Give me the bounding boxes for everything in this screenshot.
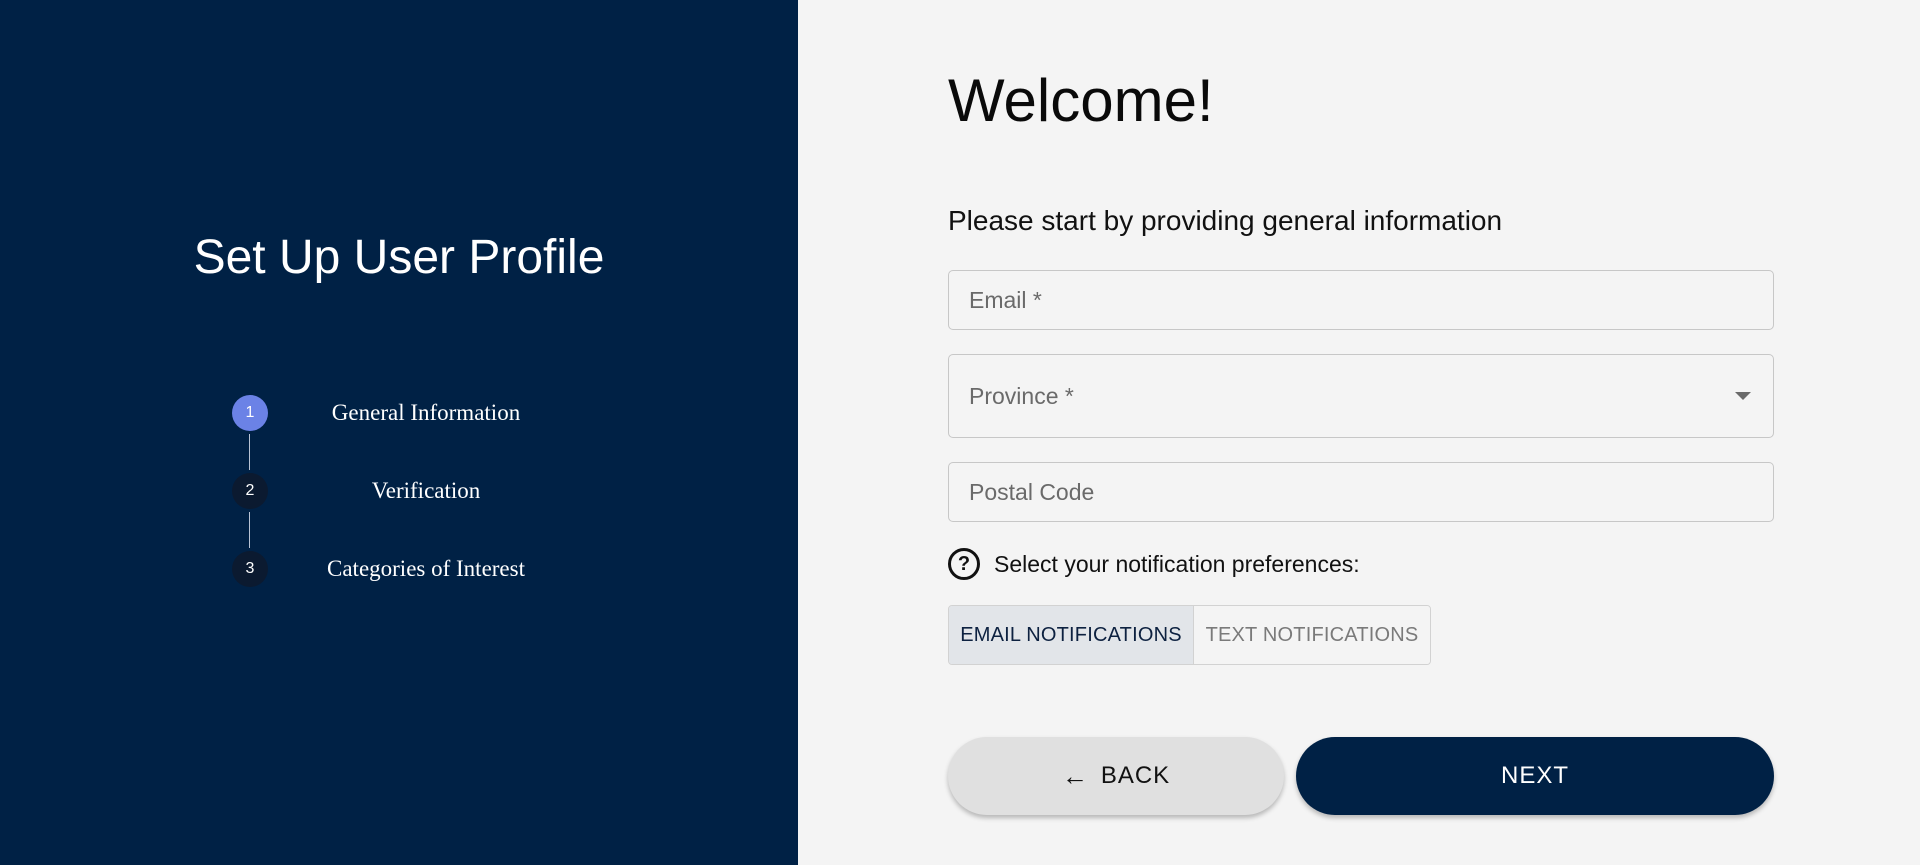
province-label: Province * — [969, 382, 1074, 409]
step-label: Categories of Interest — [327, 556, 525, 581]
form-panel: Welcome! Please start by providing gener… — [798, 0, 1920, 865]
back-button[interactable]: ← BACK — [948, 737, 1284, 815]
notification-preferences-label: Select your notification preferences: — [994, 550, 1360, 577]
welcome-heading: Welcome! — [948, 67, 1214, 134]
stepper: 1 General Information 2 Verification 3 C… — [232, 395, 552, 587]
step-label: Verification — [371, 478, 481, 503]
form-subtitle: Please start by providing general inform… — [948, 205, 1503, 236]
step-general-information[interactable]: 1 General Information — [232, 395, 552, 431]
profile-setup-title: Set Up User Profile — [193, 231, 605, 284]
next-button[interactable]: NEXT — [1296, 737, 1774, 815]
step-number-3: 3 — [232, 551, 268, 587]
email-notifications-toggle[interactable]: EMAIL NOTIFICATIONS — [949, 606, 1194, 664]
notification-preferences-row: ? Select your notification preferences: — [948, 548, 1360, 580]
province-select[interactable]: Province * — [948, 354, 1774, 438]
step-connector — [249, 434, 250, 470]
notification-toggle-group: EMAIL NOTIFICATIONS TEXT NOTIFICATIONS — [948, 605, 1431, 665]
step-label: General Information — [331, 400, 521, 425]
question-circle-icon[interactable]: ? — [948, 548, 980, 580]
email-input[interactable] — [969, 286, 1753, 314]
left-panel: Set Up User Profile 1 General Informatio… — [0, 0, 798, 865]
step-number-2: 2 — [232, 473, 268, 509]
postal-code-field[interactable] — [948, 462, 1774, 522]
email-field[interactable] — [948, 270, 1774, 330]
step-verification[interactable]: 2 Verification — [232, 473, 552, 509]
back-button-label: BACK — [1100, 762, 1171, 789]
step-categories-of-interest[interactable]: 3 Categories of Interest — [232, 551, 552, 587]
postal-code-input[interactable] — [969, 478, 1753, 506]
step-number-1: 1 — [232, 395, 268, 431]
step-connector — [249, 512, 250, 548]
chevron-down-icon — [1735, 392, 1751, 400]
text-notifications-toggle[interactable]: TEXT NOTIFICATIONS — [1194, 606, 1430, 664]
page: Set Up User Profile 1 General Informatio… — [0, 0, 1920, 865]
arrow-left-icon: ← — [1061, 761, 1089, 791]
